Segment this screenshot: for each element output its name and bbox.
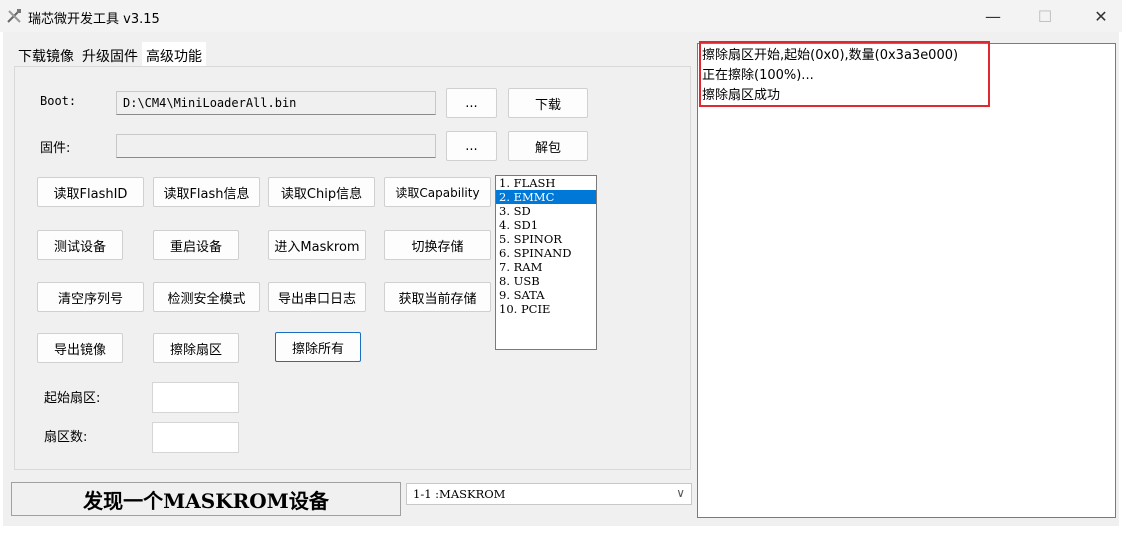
storage-list-item[interactable]: 5. SPINOR <box>496 232 596 246</box>
status-text: 发现一个MASKROM设备 <box>83 488 329 513</box>
storage-list-item[interactable]: 8. USB <box>496 274 596 288</box>
log-output[interactable]: 擦除扇区开始,起始(0x0),数量(0x3a3e000) 正在擦除(100%).… <box>697 43 1116 518</box>
maximize-button[interactable]: ☐ <box>1022 0 1068 32</box>
firmware-path-field[interactable] <box>116 134 436 158</box>
storage-list-item[interactable]: 7. RAM <box>496 260 596 274</box>
read-flash-info-button[interactable]: 读取Flash信息 <box>153 177 260 207</box>
read-flash-id-button[interactable]: 读取FlashID <box>37 177 144 207</box>
device-select[interactable]: 1-1 :MASKROM ∨ <box>406 483 692 505</box>
firmware-browse-button[interactable]: ... <box>446 131 497 161</box>
read-capability-button[interactable]: 读取Capability <box>384 177 491 207</box>
storage-list-item[interactable]: 9. SATA <box>496 288 596 302</box>
sector-count-input[interactable] <box>152 422 239 453</box>
check-secure-mode-button[interactable]: 检测安全模式 <box>153 282 260 312</box>
maximize-icon: ☐ <box>1037 6 1053 26</box>
storage-list-item[interactable]: 3. SD <box>496 204 596 218</box>
reboot-device-button[interactable]: 重启设备 <box>153 230 239 260</box>
storage-list-item[interactable]: 4. SD1 <box>496 218 596 232</box>
storage-list-item[interactable]: 10. PCIE <box>496 302 596 316</box>
erase-all-button[interactable]: 擦除所有 <box>275 332 361 362</box>
storage-list-item[interactable]: 1. FLASH <box>496 176 596 190</box>
title-bar: 瑞芯微开发工具 v3.15 — ☐ ✕ <box>0 0 1122 32</box>
chevron-down-icon: ∨ <box>676 486 685 500</box>
boot-path-field[interactable]: D:\CM4\MiniLoaderAll.bin <box>116 91 436 115</box>
storage-listbox[interactable]: 1. FLASH 2. EMMC 3. SD 4. SD1 5. SPINOR 6. SP… <box>495 175 597 350</box>
minimize-button[interactable]: — <box>970 0 1016 32</box>
start-sector-input[interactable] <box>152 382 239 413</box>
switch-storage-button[interactable]: 切换存储 <box>384 230 491 260</box>
log-line: 擦除扇区开始,起始(0x0),数量(0x3a3e000) <box>702 48 959 63</box>
tab-upgrade-firmware[interactable]: 升级固件 <box>78 42 142 66</box>
log-line: 正在擦除(100%)... <box>702 68 814 83</box>
test-device-button[interactable]: 测试设备 <box>37 230 123 260</box>
erase-sector-button[interactable]: 擦除扇区 <box>153 333 239 363</box>
storage-list-item[interactable]: 2. EMMC <box>496 190 596 204</box>
unpack-button[interactable]: 解包 <box>508 131 588 161</box>
enter-maskrom-button[interactable]: 进入Maskrom <box>268 230 366 260</box>
start-sector-label: 起始扇区: <box>44 391 101 406</box>
minimize-icon: — <box>985 6 1001 26</box>
export-uart-log-button[interactable]: 导出串口日志 <box>268 282 366 312</box>
read-chip-info-button[interactable]: 读取Chip信息 <box>268 177 375 207</box>
close-icon: ✕ <box>1094 6 1108 26</box>
export-image-button[interactable]: 导出镜像 <box>37 333 123 363</box>
sector-count-label: 扇区数: <box>44 430 88 445</box>
window-title: 瑞芯微开发工具 v3.15 <box>28 12 160 27</box>
tab-advanced[interactable]: 高级功能 <box>142 42 206 66</box>
boot-label: Boot: <box>40 94 77 108</box>
device-select-value: 1-1 :MASKROM <box>413 487 506 501</box>
status-bar: 发现一个MASKROM设备 <box>11 482 401 516</box>
storage-list-item[interactable]: 6. SPINAND <box>496 246 596 260</box>
app-tools-icon <box>7 9 21 23</box>
close-button[interactable]: ✕ <box>1078 0 1122 32</box>
download-button[interactable]: 下载 <box>508 88 588 118</box>
clear-serial-button[interactable]: 清空序列号 <box>37 282 144 312</box>
tab-download-image[interactable]: 下载镜像 <box>14 42 78 66</box>
log-line: 擦除扇区成功 <box>702 88 781 103</box>
get-current-storage-button[interactable]: 获取当前存储 <box>384 282 491 312</box>
tab-bar: 下载镜像 升级固件 高级功能 <box>14 42 206 66</box>
boot-browse-button[interactable]: ... <box>446 88 497 118</box>
firmware-label: 固件: <box>40 141 71 156</box>
